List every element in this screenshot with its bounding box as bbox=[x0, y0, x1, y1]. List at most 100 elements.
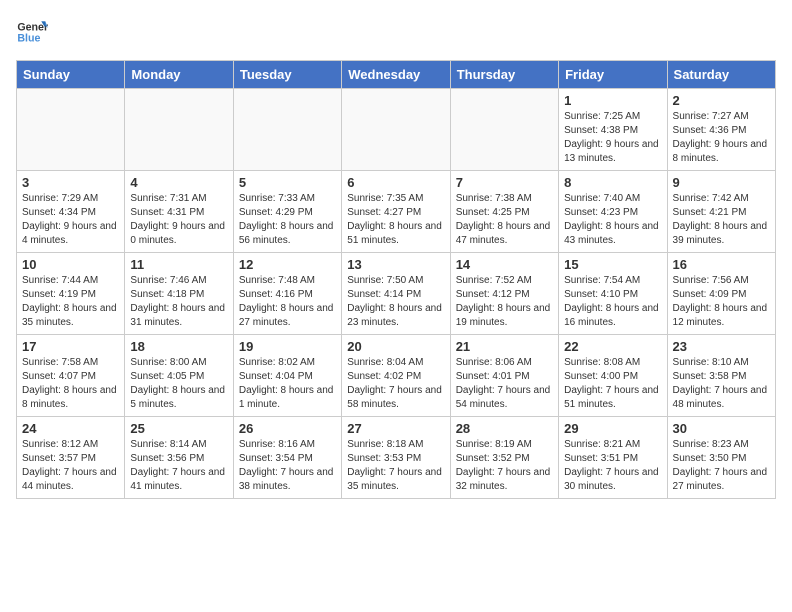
calendar-header-saturday: Saturday bbox=[667, 61, 775, 89]
calendar-cell: 9Sunrise: 7:42 AM Sunset: 4:21 PM Daylig… bbox=[667, 171, 775, 253]
day-number: 1 bbox=[564, 93, 661, 108]
calendar-week-row: 10Sunrise: 7:44 AM Sunset: 4:19 PM Dayli… bbox=[17, 253, 776, 335]
day-info: Sunrise: 7:40 AM Sunset: 4:23 PM Dayligh… bbox=[564, 192, 661, 248]
day-info: Sunrise: 8:12 AM Sunset: 3:57 PM Dayligh… bbox=[22, 438, 119, 494]
calendar-cell: 20 Sunrise: 8:04 AM Sunset: 4:02 PM Dayli… bbox=[342, 335, 450, 417]
day-info: Sunrise: 7:56 AM Sunset: 4:09 PM Dayligh… bbox=[673, 274, 770, 330]
day-info: Sunrise: 8:23 AM Sunset: 3:50 PM Dayligh… bbox=[673, 438, 770, 494]
day-number: 13 bbox=[347, 257, 444, 272]
calendar-cell bbox=[450, 89, 558, 171]
day-number: 16 bbox=[673, 257, 770, 272]
calendar-cell: 12Sunrise: 7:48 AM Sunset: 4:16 PM Dayli… bbox=[233, 253, 341, 335]
day-number: 18 bbox=[130, 339, 227, 354]
day-number: 15 bbox=[564, 257, 661, 272]
calendar-cell bbox=[17, 89, 125, 171]
calendar-cell: 8 Sunrise: 7:40 AM Sunset: 4:23 PM Daylig… bbox=[559, 171, 667, 253]
logo: General Blue bbox=[16, 16, 48, 48]
calendar-header-sunday: Sunday bbox=[17, 61, 125, 89]
day-info: Sunrise: 8:10 AM Sunset: 3:58 PM Dayligh… bbox=[673, 356, 770, 412]
calendar-cell: 18 Sunrise: 8:00 AM Sunset: 4:05 PM Dayli… bbox=[125, 335, 233, 417]
calendar-cell: 1 Sunrise: 7:25 AM Sunset: 4:38 PM Daylig… bbox=[559, 89, 667, 171]
calendar-week-row: 1 Sunrise: 7:25 AM Sunset: 4:38 PM Daylig… bbox=[17, 89, 776, 171]
day-info: Sunrise: 7:25 AM Sunset: 4:38 PM Dayligh… bbox=[564, 110, 661, 166]
calendar-cell bbox=[125, 89, 233, 171]
calendar-cell: 22Sunrise: 8:08 AM Sunset: 4:00 PM Dayli… bbox=[559, 335, 667, 417]
day-number: 17 bbox=[22, 339, 119, 354]
day-info: Sunrise: 7:54 AM Sunset: 4:10 PM Dayligh… bbox=[564, 274, 661, 330]
calendar-week-row: 17 Sunrise: 7:58 AM Sunset: 4:07 PM Dayli… bbox=[17, 335, 776, 417]
day-info: Sunrise: 8:14 AM Sunset: 3:56 PM Dayligh… bbox=[130, 438, 227, 494]
calendar-cell: 29 Sunrise: 8:21 AM Sunset: 3:51 PM Dayli… bbox=[559, 417, 667, 499]
day-number: 4 bbox=[130, 175, 227, 190]
day-number: 5 bbox=[239, 175, 336, 190]
calendar-cell: 13Sunrise: 7:50 AM Sunset: 4:14 PM Dayli… bbox=[342, 253, 450, 335]
calendar-week-row: 3Sunrise: 7:29 AM Sunset: 4:34 PM Daylig… bbox=[17, 171, 776, 253]
day-info: Sunrise: 8:02 AM Sunset: 4:04 PM Dayligh… bbox=[239, 356, 336, 412]
day-number: 8 bbox=[564, 175, 661, 190]
day-info: Sunrise: 7:44 AM Sunset: 4:19 PM Dayligh… bbox=[22, 274, 119, 330]
day-number: 21 bbox=[456, 339, 553, 354]
day-info: Sunrise: 8:06 AM Sunset: 4:01 PM Dayligh… bbox=[456, 356, 553, 412]
calendar-cell: 16 Sunrise: 7:56 AM Sunset: 4:09 PM Dayli… bbox=[667, 253, 775, 335]
day-number: 30 bbox=[673, 421, 770, 436]
calendar-week-row: 24 Sunrise: 8:12 AM Sunset: 3:57 PM Dayli… bbox=[17, 417, 776, 499]
day-number: 23 bbox=[673, 339, 770, 354]
day-info: Sunrise: 7:33 AM Sunset: 4:29 PM Dayligh… bbox=[239, 192, 336, 248]
calendar-cell: 21 Sunrise: 8:06 AM Sunset: 4:01 PM Dayli… bbox=[450, 335, 558, 417]
calendar-cell bbox=[233, 89, 341, 171]
calendar-cell: 5 Sunrise: 7:33 AM Sunset: 4:29 PM Daylig… bbox=[233, 171, 341, 253]
day-number: 2 bbox=[673, 93, 770, 108]
calendar-cell: 23 Sunrise: 8:10 AM Sunset: 3:58 PM Dayli… bbox=[667, 335, 775, 417]
day-number: 7 bbox=[456, 175, 553, 190]
day-number: 19 bbox=[239, 339, 336, 354]
calendar-cell: 30 Sunrise: 8:23 AM Sunset: 3:50 PM Dayli… bbox=[667, 417, 775, 499]
day-info: Sunrise: 7:27 AM Sunset: 4:36 PM Dayligh… bbox=[673, 110, 770, 166]
calendar-cell: 6Sunrise: 7:35 AM Sunset: 4:27 PM Daylig… bbox=[342, 171, 450, 253]
calendar-cell: 10Sunrise: 7:44 AM Sunset: 4:19 PM Dayli… bbox=[17, 253, 125, 335]
day-number: 14 bbox=[456, 257, 553, 272]
day-info: Sunrise: 7:31 AM Sunset: 4:31 PM Dayligh… bbox=[130, 192, 227, 248]
calendar-cell: 19 Sunrise: 8:02 AM Sunset: 4:04 PM Dayli… bbox=[233, 335, 341, 417]
day-number: 29 bbox=[564, 421, 661, 436]
calendar-cell: 2 Sunrise: 7:27 AM Sunset: 4:36 PM Daylig… bbox=[667, 89, 775, 171]
calendar-header-friday: Friday bbox=[559, 61, 667, 89]
day-number: 20 bbox=[347, 339, 444, 354]
calendar-cell bbox=[342, 89, 450, 171]
logo-icon: General Blue bbox=[16, 16, 48, 48]
day-info: Sunrise: 8:04 AM Sunset: 4:02 PM Dayligh… bbox=[347, 356, 444, 412]
calendar-cell: 26Sunrise: 8:16 AM Sunset: 3:54 PM Dayli… bbox=[233, 417, 341, 499]
day-number: 11 bbox=[130, 257, 227, 272]
day-info: Sunrise: 7:46 AM Sunset: 4:18 PM Dayligh… bbox=[130, 274, 227, 330]
calendar-table: SundayMondayTuesdayWednesdayThursdayFrid… bbox=[16, 60, 776, 499]
day-number: 24 bbox=[22, 421, 119, 436]
calendar-cell: 25 Sunrise: 8:14 AM Sunset: 3:56 PM Dayli… bbox=[125, 417, 233, 499]
day-number: 12 bbox=[239, 257, 336, 272]
calendar-header-wednesday: Wednesday bbox=[342, 61, 450, 89]
day-info: Sunrise: 7:29 AM Sunset: 4:34 PM Dayligh… bbox=[22, 192, 119, 248]
day-number: 25 bbox=[130, 421, 227, 436]
calendar-header-thursday: Thursday bbox=[450, 61, 558, 89]
calendar-cell: 27 Sunrise: 8:18 AM Sunset: 3:53 PM Dayli… bbox=[342, 417, 450, 499]
header: General Blue bbox=[16, 16, 776, 48]
calendar-cell: 7Sunrise: 7:38 AM Sunset: 4:25 PM Daylig… bbox=[450, 171, 558, 253]
day-info: Sunrise: 8:18 AM Sunset: 3:53 PM Dayligh… bbox=[347, 438, 444, 494]
calendar-cell: 14 Sunrise: 7:52 AM Sunset: 4:12 PM Dayli… bbox=[450, 253, 558, 335]
calendar-cell: 11 Sunrise: 7:46 AM Sunset: 4:18 PM Dayli… bbox=[125, 253, 233, 335]
calendar-cell: 17 Sunrise: 7:58 AM Sunset: 4:07 PM Dayli… bbox=[17, 335, 125, 417]
calendar-header-row: SundayMondayTuesdayWednesdayThursdayFrid… bbox=[17, 61, 776, 89]
calendar-header-tuesday: Tuesday bbox=[233, 61, 341, 89]
day-number: 27 bbox=[347, 421, 444, 436]
day-info: Sunrise: 8:21 AM Sunset: 3:51 PM Dayligh… bbox=[564, 438, 661, 494]
calendar-cell: 15 Sunrise: 7:54 AM Sunset: 4:10 PM Dayli… bbox=[559, 253, 667, 335]
calendar-cell: 3Sunrise: 7:29 AM Sunset: 4:34 PM Daylig… bbox=[17, 171, 125, 253]
calendar-cell: 24 Sunrise: 8:12 AM Sunset: 3:57 PM Dayli… bbox=[17, 417, 125, 499]
day-info: Sunrise: 7:35 AM Sunset: 4:27 PM Dayligh… bbox=[347, 192, 444, 248]
day-info: Sunrise: 7:52 AM Sunset: 4:12 PM Dayligh… bbox=[456, 274, 553, 330]
svg-text:Blue: Blue bbox=[17, 32, 40, 44]
calendar-cell: 28Sunrise: 8:19 AM Sunset: 3:52 PM Dayli… bbox=[450, 417, 558, 499]
calendar-cell: 4 Sunrise: 7:31 AM Sunset: 4:31 PM Daylig… bbox=[125, 171, 233, 253]
day-number: 28 bbox=[456, 421, 553, 436]
day-info: Sunrise: 8:00 AM Sunset: 4:05 PM Dayligh… bbox=[130, 356, 227, 412]
day-info: Sunrise: 7:58 AM Sunset: 4:07 PM Dayligh… bbox=[22, 356, 119, 412]
day-info: Sunrise: 7:42 AM Sunset: 4:21 PM Dayligh… bbox=[673, 192, 770, 248]
